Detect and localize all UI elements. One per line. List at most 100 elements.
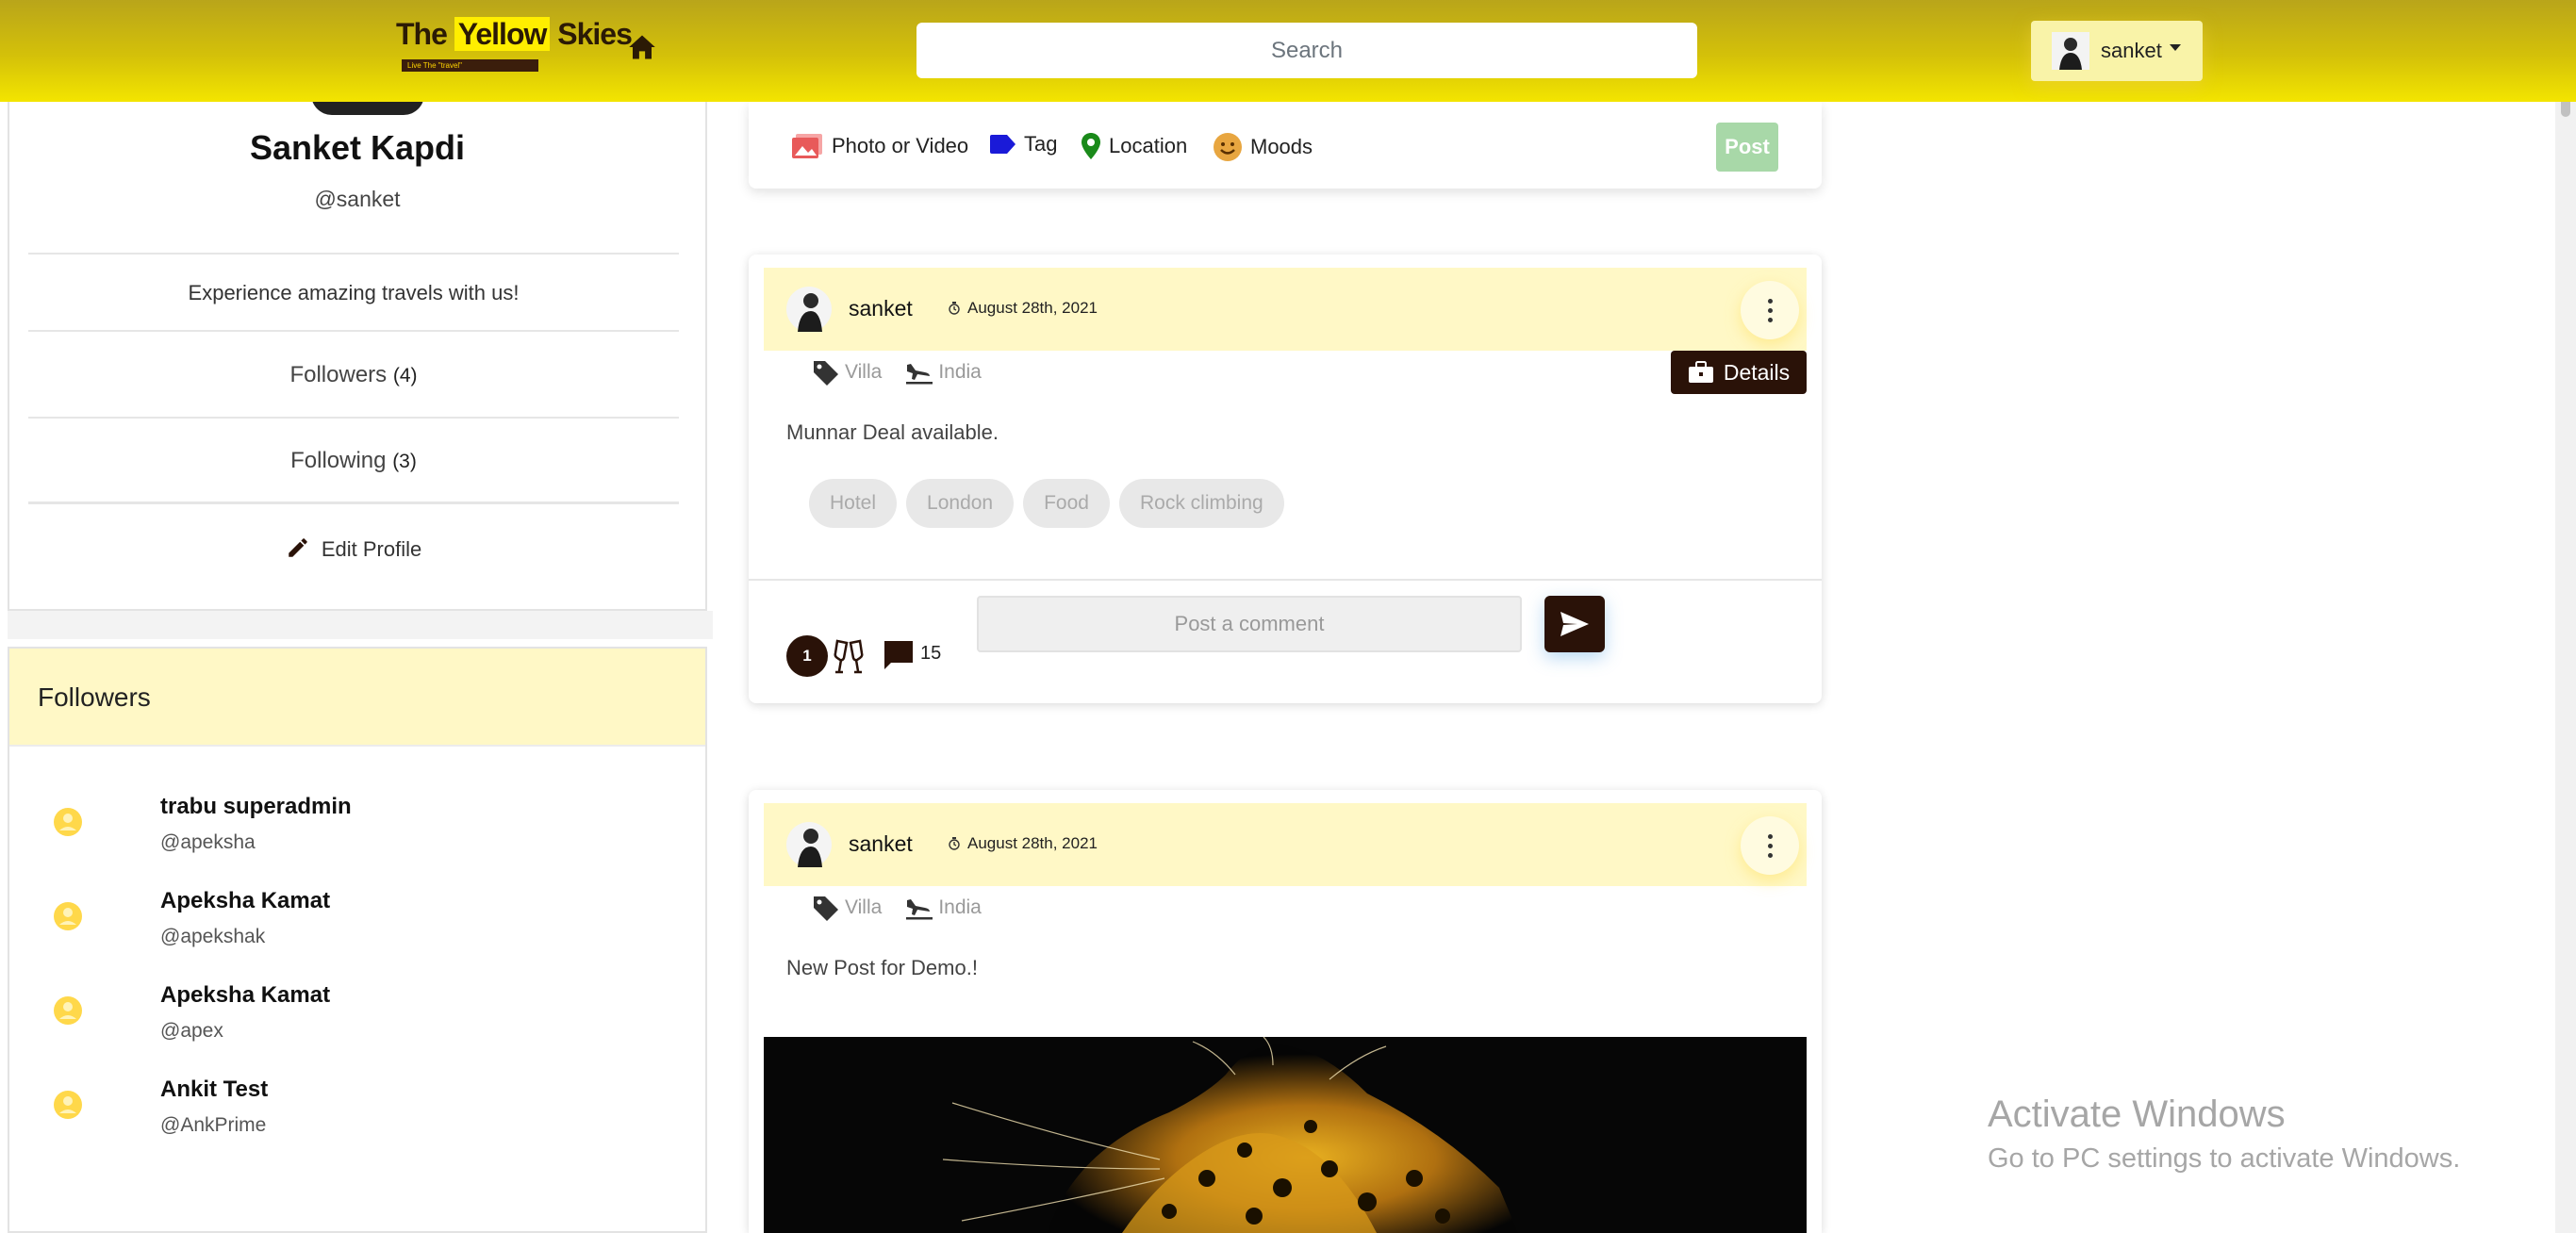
- post-author-avatar[interactable]: [786, 822, 832, 867]
- post-text: New Post for Demo.!: [786, 956, 978, 979]
- follower-name: trabu superadmin: [160, 794, 352, 819]
- clock-icon: [949, 302, 960, 315]
- user-circle-icon: [54, 808, 82, 836]
- post-image-cheetah[interactable]: [764, 1037, 1807, 1233]
- post-category: Villa: [845, 361, 883, 383]
- post-composer: Photo or Video Tag Location Moods Post: [749, 102, 1822, 189]
- followers-label: Followers: [289, 362, 388, 387]
- post-date: August 28th, 2021: [949, 299, 1098, 318]
- comment-count: 15: [920, 643, 942, 664]
- follower-name: Apeksha Kamat: [160, 888, 331, 913]
- post-category: Villa: [845, 896, 883, 918]
- post-author-name[interactable]: sanket: [849, 296, 913, 321]
- moods-button[interactable]: Moods: [1213, 132, 1313, 162]
- send-icon: [1560, 612, 1589, 636]
- watermark-subtitle: Go to PC settings to activate Windows.: [1988, 1143, 2461, 1174]
- tag-label: Tag: [1024, 132, 1058, 156]
- post-meta: Villa India: [811, 358, 982, 386]
- post-meta: Villa India: [811, 894, 982, 922]
- briefcase-icon: [1688, 361, 1713, 383]
- follower-item[interactable]: trabu superadmin @apeksha: [9, 790, 705, 875]
- cheers-icon[interactable]: [832, 637, 866, 675]
- location-label: Location: [1109, 134, 1188, 157]
- location-button[interactable]: Location: [1081, 132, 1187, 160]
- tag-icon: [990, 135, 1016, 154]
- user-name: sanket: [2101, 39, 2162, 62]
- post-date-text: August 28th, 2021: [967, 834, 1098, 852]
- clock-icon: [949, 837, 960, 850]
- user-menu-dropdown[interactable]: sanket: [2031, 21, 2203, 81]
- photo-video-label: Photo or Video: [832, 134, 969, 157]
- details-label: Details: [1723, 359, 1791, 385]
- followers-heading: Followers: [9, 649, 705, 747]
- profile-handle: @sanket: [314, 187, 401, 211]
- tag-outline-icon: [814, 896, 838, 921]
- post-date: August 28th, 2021: [949, 834, 1098, 853]
- like-count-badge: 1: [786, 635, 828, 677]
- edit-profile-label: Edit Profile: [321, 537, 422, 561]
- post-location: India: [938, 896, 982, 918]
- post-card: sanket August 28th, 2021 Villa India New…: [749, 790, 1822, 1233]
- profile-bio: Experience amazing travels with us!: [28, 253, 679, 330]
- profile-card: Sanket Kapdi @sanket Experience amazing …: [8, 94, 707, 611]
- post-button[interactable]: Post: [1716, 123, 1778, 172]
- following-link[interactable]: Following (3): [28, 417, 679, 501]
- followers-count: (4): [392, 365, 418, 386]
- comment-icon[interactable]: [883, 639, 915, 671]
- user-circle-icon: [54, 902, 82, 930]
- user-circle-icon: [54, 1091, 82, 1119]
- comment-input[interactable]: [977, 596, 1522, 652]
- follower-name: Apeksha Kamat: [160, 982, 331, 1008]
- tag-chip[interactable]: London: [906, 479, 1015, 528]
- post-header: sanket August 28th, 2021: [764, 803, 1807, 886]
- followers-card: Followers trabu superadmin @apeksha Apek…: [8, 647, 707, 1233]
- follower-item[interactable]: Apeksha Kamat @apekshak: [9, 884, 705, 969]
- watermark-title: Activate Windows: [1988, 1093, 2286, 1135]
- post-tags: Hotel London Food Rock climbing: [809, 479, 1294, 528]
- follower-name: Ankit Test: [160, 1077, 269, 1102]
- user-avatar: [2052, 32, 2089, 70]
- post-text: Munnar Deal available.: [786, 420, 999, 444]
- plane-landing-icon: [906, 364, 933, 385]
- chevron-down-icon: [2169, 43, 2181, 51]
- follower-handle: @AnkPrime: [160, 1114, 267, 1136]
- post-header: sanket August 28th, 2021: [764, 268, 1807, 351]
- location-pin-icon: [1082, 133, 1100, 159]
- edit-profile-button[interactable]: Edit Profile: [28, 501, 679, 592]
- post-footer: 1 15: [749, 579, 1822, 703]
- follower-item[interactable]: Apeksha Kamat @apex: [9, 978, 705, 1063]
- tag-outline-icon: [814, 361, 838, 386]
- windows-activation-watermark: Activate Windows Go to PC settings to ac…: [1988, 1093, 2460, 1175]
- follower-handle: @apekshak: [160, 926, 266, 947]
- follower-handle: @apeksha: [160, 831, 256, 853]
- photo-icon: [792, 134, 822, 158]
- post-author-name[interactable]: sanket: [849, 831, 913, 857]
- plane-landing-icon: [906, 899, 933, 920]
- user-circle-icon: [54, 996, 82, 1025]
- following-label: Following: [290, 448, 387, 473]
- search-input[interactable]: [916, 23, 1697, 78]
- tag-chip[interactable]: Food: [1023, 479, 1110, 528]
- top-navbar: The Yellow Skies Live The "travel" sanke…: [0, 0, 2576, 102]
- tag-button[interactable]: Tag: [988, 132, 1057, 156]
- details-button[interactable]: Details: [1671, 351, 1807, 394]
- follower-item[interactable]: Ankit Test @AnkPrime: [9, 1073, 705, 1158]
- tag-chip[interactable]: Rock climbing: [1118, 479, 1284, 528]
- home-icon[interactable]: [628, 34, 662, 64]
- moods-label: Moods: [1250, 135, 1313, 158]
- send-comment-button[interactable]: [1544, 596, 1605, 652]
- followers-link[interactable]: Followers (4): [28, 330, 679, 417]
- profile-name: Sanket Kapdi: [249, 128, 466, 167]
- more-options-button[interactable]: [1741, 816, 1799, 875]
- photo-video-button[interactable]: Photo or Video: [790, 132, 968, 160]
- post-author-avatar[interactable]: [786, 287, 832, 332]
- logo-text: The Yellow Skies: [396, 17, 633, 51]
- page-scrollbar[interactable]: [2555, 0, 2576, 1233]
- more-options-button[interactable]: [1741, 281, 1799, 339]
- brand-logo[interactable]: The Yellow Skies Live The "travel": [396, 17, 633, 83]
- smiley-icon: [1214, 133, 1242, 161]
- follower-handle: @apex: [160, 1020, 223, 1042]
- tag-chip[interactable]: Hotel: [809, 479, 898, 528]
- following-count: (3): [392, 451, 417, 472]
- post-location: India: [938, 361, 982, 383]
